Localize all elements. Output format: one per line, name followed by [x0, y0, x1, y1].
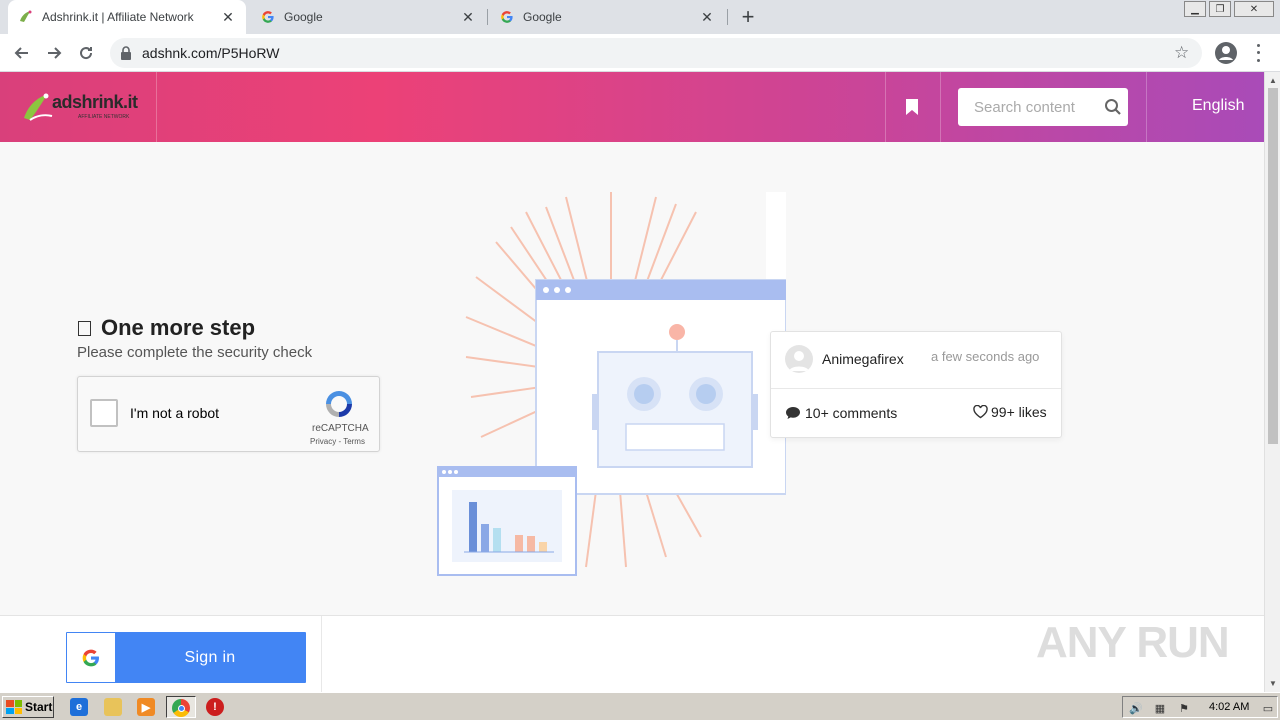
url-text: adshnk.com/P5HoRW	[142, 45, 280, 61]
header-divider	[885, 72, 886, 142]
recaptcha-terms-link[interactable]: Privacy - Terms	[310, 437, 365, 446]
logo-text: adshrink.it	[52, 92, 138, 112]
antivirus-icon[interactable]: !	[206, 698, 224, 716]
start-label: Start	[25, 700, 53, 714]
google-sign-in-button[interactable]: Sign in	[66, 632, 306, 683]
chart-window-graphic	[437, 466, 577, 576]
clock[interactable]: 4:02 AM	[1209, 701, 1249, 713]
google-g-icon	[67, 633, 115, 682]
activity-card: Animegafirex a few seconds ago 10+ comme…	[770, 331, 1062, 438]
scroll-up-arrow-icon[interactable]: ▲	[1265, 73, 1280, 87]
logo-subtitle: AFFILIATE NETWORK	[78, 114, 130, 120]
adshrink-favicon-icon	[18, 9, 34, 25]
restore-window-button[interactable]: ❐	[1209, 1, 1231, 17]
browser-toolbar: adshnk.com/P5HoRW ☆	[0, 34, 1280, 72]
close-tab-icon[interactable]: ✕	[699, 9, 715, 25]
system-tray: 🔊 ▦ ⚑ 4:02 AM ▭	[1122, 696, 1278, 718]
comment-icon	[786, 407, 800, 419]
robot-illustration	[437, 192, 786, 576]
chrome-icon	[172, 699, 190, 717]
recaptcha-logo-icon	[322, 387, 356, 421]
card-likes: 99+ likes	[973, 404, 1047, 420]
tab-separator	[487, 9, 488, 25]
language-selector[interactable]: English	[1192, 97, 1244, 115]
footer-divider	[321, 616, 322, 692]
anyrun-watermark: ANY RUN	[1036, 618, 1230, 667]
step-title-text: One more step	[101, 315, 256, 340]
close-tab-icon[interactable]: ✕	[460, 9, 476, 25]
lock-icon	[120, 46, 132, 60]
forward-button[interactable]	[42, 41, 66, 65]
card-divider	[771, 388, 1061, 389]
address-bar[interactable]: adshnk.com/P5HoRW ☆	[110, 38, 1202, 68]
close-tab-icon[interactable]: ✕	[220, 9, 236, 25]
start-button[interactable]: Start	[2, 696, 54, 718]
reload-icon	[80, 47, 93, 60]
header-divider	[156, 72, 157, 142]
internet-explorer-icon[interactable]: e	[70, 698, 88, 716]
recaptcha-label: I'm not a robot	[130, 405, 220, 421]
recaptcha-checkbox[interactable]	[90, 399, 118, 427]
site-header: adshrink.it AFFILIATE NETWORK Search con…	[0, 72, 1264, 142]
forward-arrow-icon	[48, 47, 62, 59]
browser-tab-adshrink[interactable]: Adshrink.it | Affiliate Network ✕	[8, 0, 246, 34]
recaptcha-widget: I'm not a robot reCAPTCHA Privacy - Term…	[77, 376, 380, 452]
bookmark-icon[interactable]	[905, 98, 919, 116]
page-title: One more step	[78, 315, 255, 341]
card-comments: 10+ comments	[785, 405, 897, 421]
browser-tab-strip: Adshrink.it | Affiliate Network ✕ Google…	[0, 0, 1280, 34]
reload-button[interactable]	[74, 41, 98, 65]
missing-glyph-icon	[78, 320, 91, 336]
heart-icon	[973, 405, 988, 419]
step-subtitle: Please complete the security check	[77, 344, 313, 361]
site-logo[interactable]: adshrink.it AFFILIATE NETWORK	[20, 90, 138, 126]
card-timestamp: a few seconds ago	[931, 349, 1040, 364]
page-scrollbar[interactable]: ▲ ▼	[1264, 72, 1280, 692]
browser-tab-google-1[interactable]: Google ✕	[250, 0, 486, 34]
scroll-down-arrow-icon[interactable]: ▼	[1265, 676, 1280, 690]
new-tab-button[interactable]: +	[736, 4, 760, 29]
bird-logo-icon	[24, 93, 53, 121]
search-input[interactable]: Search content	[958, 88, 1128, 126]
browser-menu-icon[interactable]	[1252, 42, 1264, 64]
user-avatar-icon	[785, 345, 813, 373]
header-divider	[940, 72, 941, 142]
card-author: Animegafirex	[822, 351, 904, 367]
header-divider	[1146, 72, 1147, 142]
comments-count: 10+ comments	[805, 405, 898, 421]
google-favicon-icon	[499, 9, 515, 25]
tab-title: Google	[284, 10, 323, 24]
windows-taskbar: Start e ▶ ! 🔊 ▦ ⚑ 4:02 AM ▭	[0, 692, 1280, 720]
sign-in-label: Sign in	[184, 648, 236, 666]
show-desktop-icon[interactable]: ▭	[1261, 701, 1275, 715]
bookmark-star-icon[interactable]: ☆	[1174, 43, 1194, 63]
volume-icon[interactable]: 🔊	[1129, 701, 1143, 715]
minimize-window-button[interactable]: ▁	[1184, 1, 1206, 17]
browser-tab-google-2[interactable]: Google ✕	[489, 0, 725, 34]
search-icon[interactable]	[1098, 92, 1128, 122]
tab-separator	[727, 9, 728, 25]
back-button[interactable]	[10, 41, 34, 65]
search-placeholder: Search content	[974, 98, 1075, 116]
media-player-icon[interactable]: ▶	[137, 698, 155, 716]
google-favicon-icon	[260, 9, 276, 25]
security-check-section: One more step Please complete the securi…	[0, 142, 1264, 615]
network-icon[interactable]: ▦	[1153, 701, 1167, 715]
tab-title: Adshrink.it | Affiliate Network	[42, 10, 194, 24]
folder-icon[interactable]	[104, 698, 122, 716]
scrollbar-thumb[interactable]	[1268, 88, 1278, 444]
close-window-button[interactable]: ✕	[1234, 1, 1274, 17]
account-avatar-icon[interactable]	[1215, 42, 1237, 64]
action-center-flag-icon[interactable]: ⚑	[1177, 701, 1191, 715]
likes-count: 99+ likes	[991, 404, 1047, 420]
tab-title: Google	[523, 10, 562, 24]
windows-flag-icon	[6, 700, 22, 714]
recaptcha-brand: reCAPTCHA	[312, 423, 369, 434]
web-page: adshrink.it AFFILIATE NETWORK Search con…	[0, 72, 1264, 692]
back-arrow-icon	[14, 47, 28, 59]
